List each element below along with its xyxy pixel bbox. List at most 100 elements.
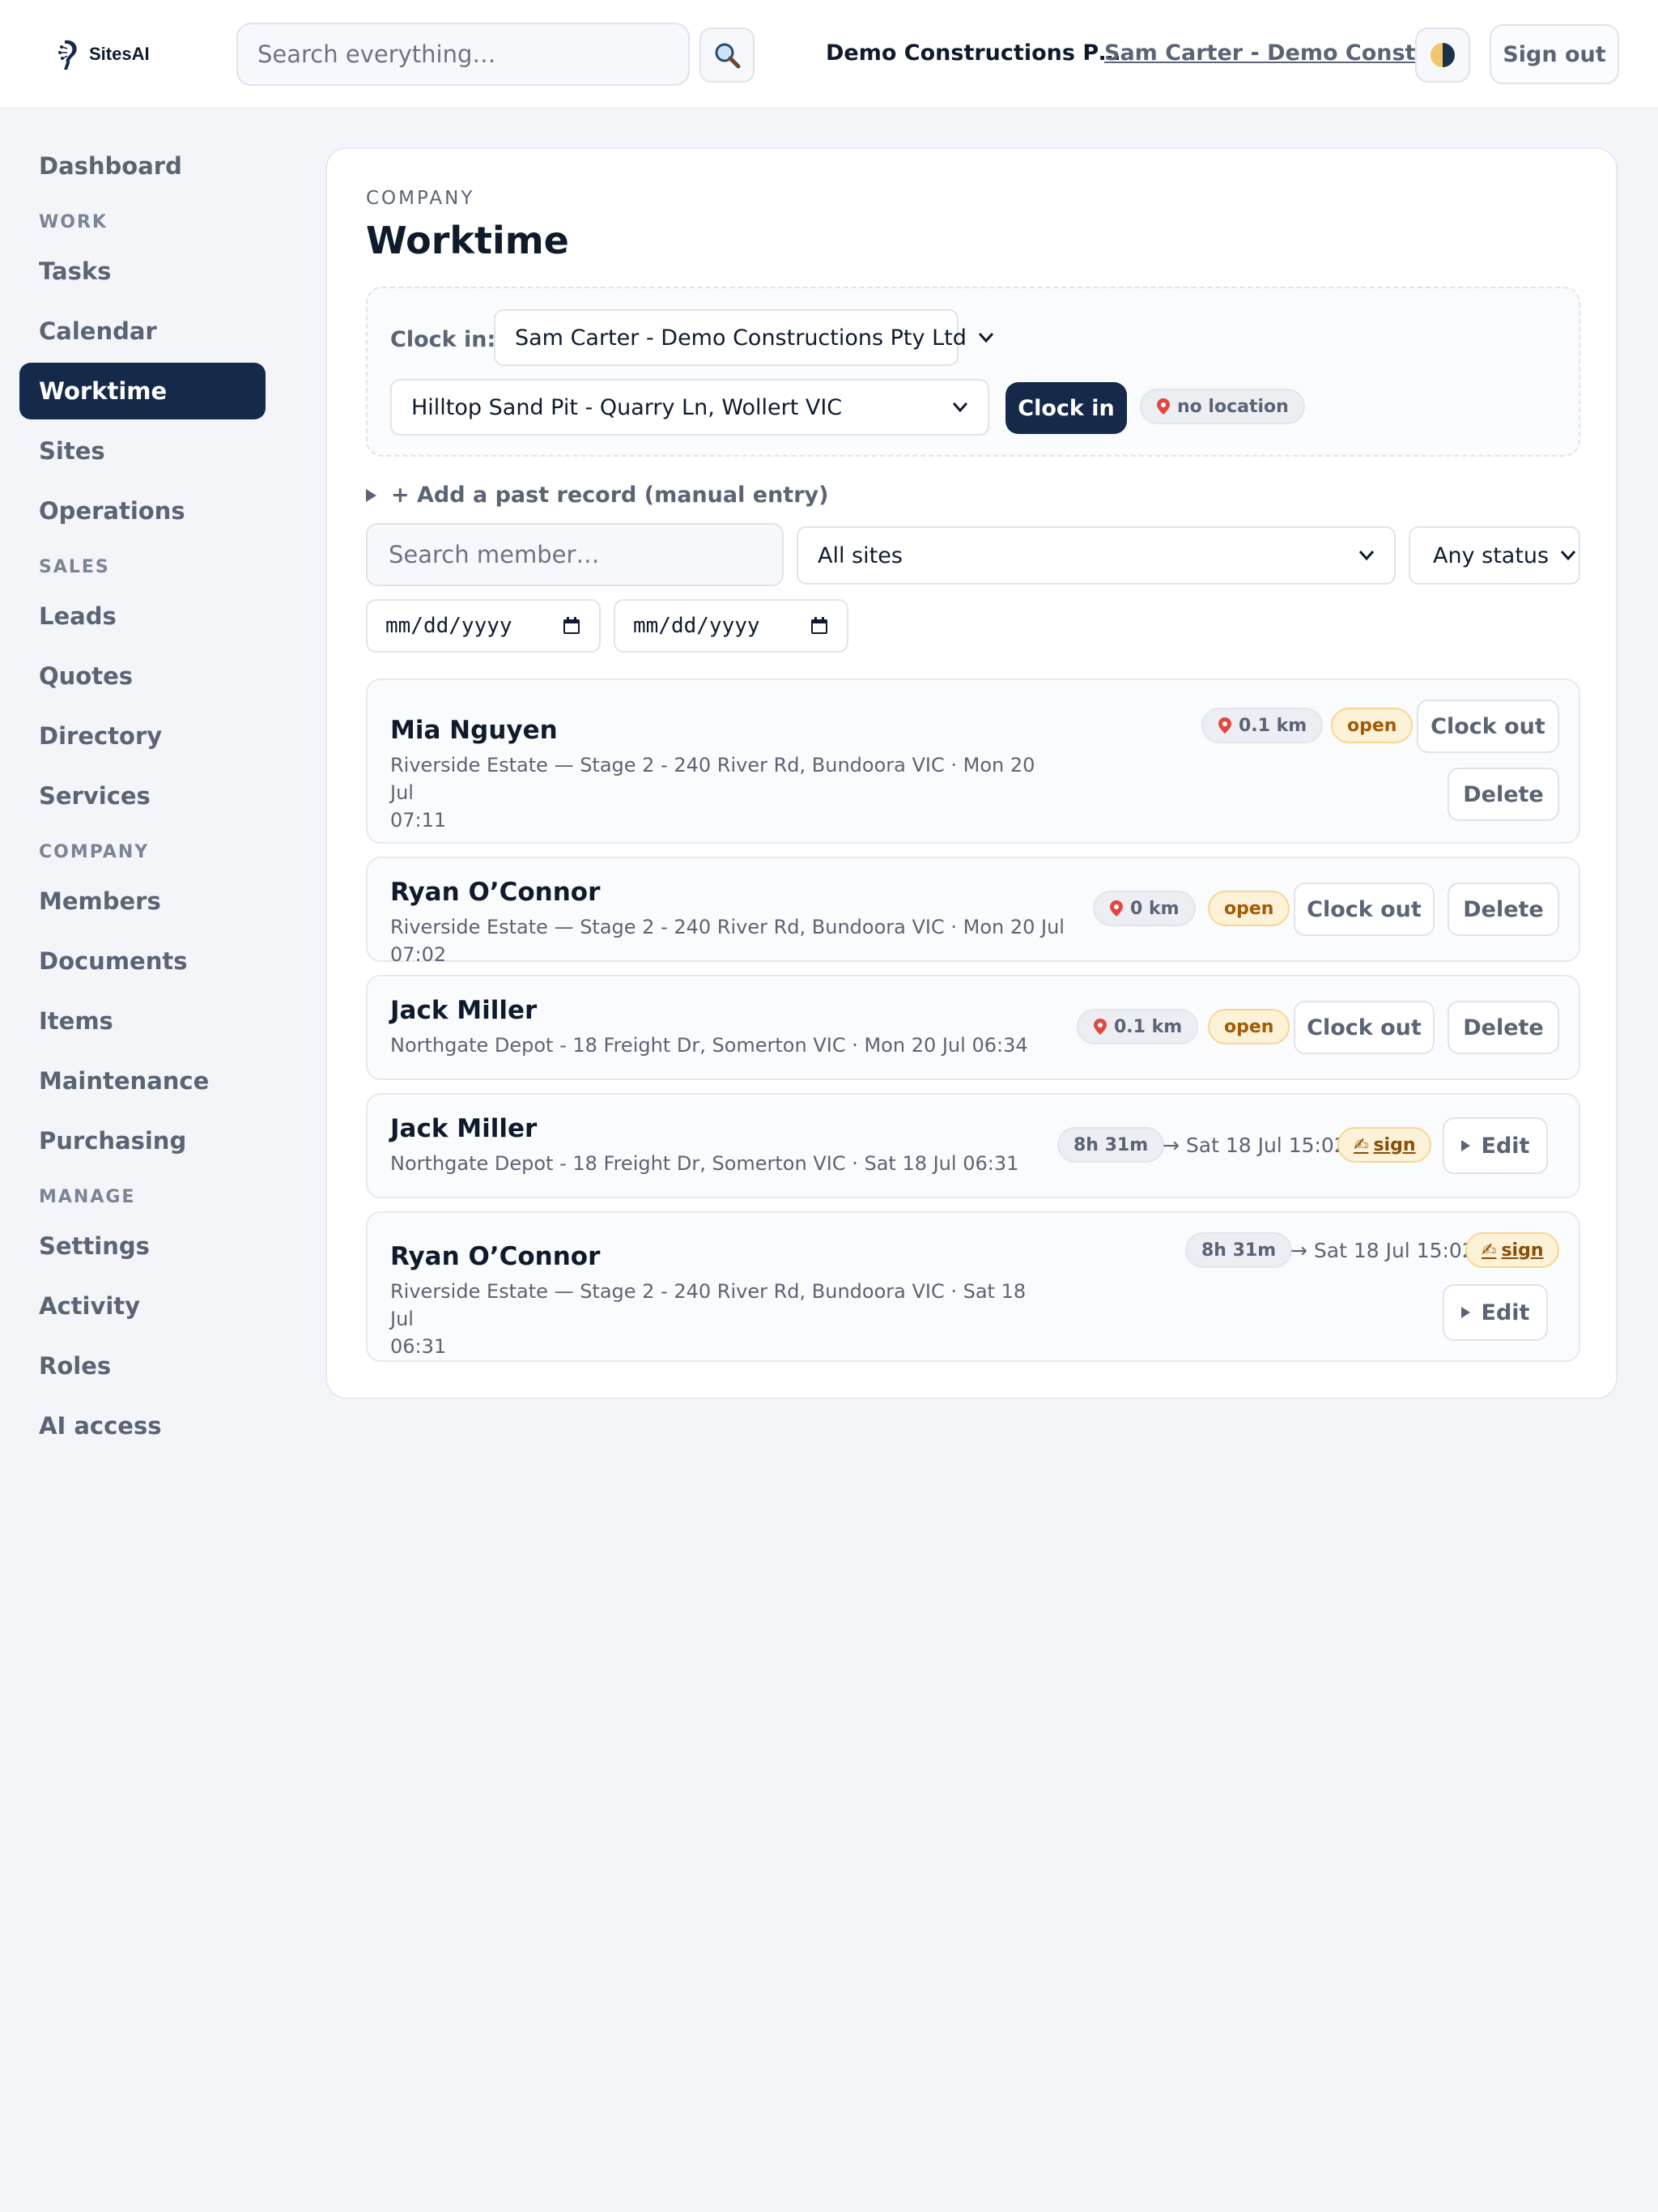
record-details: Northgate Depot - 18 Freight Dr, Somerto… xyxy=(390,1032,1103,1059)
clock-in-panel: Clock in: Sam Carter - Demo Construction… xyxy=(366,287,1580,457)
brand-logo[interactable]: SitesAI xyxy=(57,36,150,73)
delete-button[interactable]: Delete xyxy=(1448,883,1559,936)
sidebar-item-quotes[interactable]: Quotes xyxy=(19,648,266,704)
search-button[interactable] xyxy=(699,28,755,83)
magnifier-icon xyxy=(715,43,741,69)
clock-in-label: Clock in: xyxy=(390,327,496,352)
duration-text: 8h 31m xyxy=(1057,1127,1165,1163)
status-badge: open xyxy=(1208,1009,1290,1044)
record-member-name: Jack Miller xyxy=(390,1114,538,1143)
status-text: open xyxy=(1331,708,1414,743)
edit-toggle-button[interactable]: Edit xyxy=(1443,1117,1548,1174)
global-search-input[interactable] xyxy=(236,23,690,86)
site-filter-select[interactable]: All sites xyxy=(797,526,1396,585)
logo-mark-icon xyxy=(58,40,77,70)
record-detail-line: Riverside Estate — Stage 2 - 240 River R… xyxy=(390,916,1065,966)
delete-button[interactable]: Delete xyxy=(1448,768,1559,821)
chevron-down-icon xyxy=(952,402,968,413)
date-to-value: mm/dd/yyyy xyxy=(633,614,760,638)
clock-in-button[interactable]: Clock in xyxy=(1005,382,1127,434)
worktime-record: Jack Miller Northgate Depot - 18 Freight… xyxy=(366,1093,1580,1198)
location-status-text: no location xyxy=(1177,396,1289,417)
clock-out-button[interactable]: Clock out xyxy=(1294,883,1435,936)
clock-member-select[interactable]: Sam Carter - Demo Constructions Pty Ltd xyxy=(494,309,993,366)
record-details: Riverside Estate — Stage 2 - 240 River R… xyxy=(390,1278,1054,1360)
distance-badge: 0.1 km xyxy=(1077,1009,1199,1044)
user-profile-link[interactable]: Sam Carter - Demo Constr… xyxy=(1104,40,1448,66)
sidebar-item-sites[interactable]: Sites xyxy=(19,423,266,479)
record-detail-line: Riverside Estate — Stage 2 - 240 River R… xyxy=(390,754,1035,804)
expand-triangle-icon xyxy=(1460,1140,1470,1151)
company-name[interactable]: Demo Constructions P… xyxy=(826,40,1120,66)
distance-badge: 0 km xyxy=(1093,891,1196,926)
member-search-input[interactable] xyxy=(366,523,784,586)
manual-entry-toggle[interactable]: + Add a past record (manual entry) xyxy=(366,483,828,508)
site-filter-value: All sites xyxy=(818,542,903,568)
expand-triangle-icon xyxy=(1460,1307,1470,1318)
sidebar-item-operations[interactable]: Operations xyxy=(19,483,266,539)
clock-out-button[interactable]: Clock out xyxy=(1417,700,1559,753)
date-to-input[interactable]: mm/dd/yyyy xyxy=(614,599,848,653)
edit-label: Edit xyxy=(1481,1133,1530,1159)
pin-icon xyxy=(1094,1019,1107,1035)
sign-link[interactable]: ✍ sign xyxy=(1465,1232,1560,1268)
delete-button[interactable]: Delete xyxy=(1448,1001,1559,1054)
duration-badge: 8h 31m xyxy=(1185,1232,1293,1268)
edit-label: Edit xyxy=(1481,1300,1530,1325)
record-details: Riverside Estate — Stage 2 - 240 River R… xyxy=(390,913,1103,968)
distance-text: 0 km xyxy=(1130,898,1180,919)
status-badge: open xyxy=(1208,891,1290,926)
record-detail-line: 06:31 xyxy=(390,1335,447,1358)
clock-member-value: Sam Carter - Demo Constructions Pty Ltd xyxy=(515,325,967,351)
status-filter-value: Any status xyxy=(1433,542,1550,568)
sidebar-section-work: WORK xyxy=(39,212,108,232)
page-eyebrow: COMPANY xyxy=(366,188,475,209)
sidebar-item-members[interactable]: Members xyxy=(19,873,266,929)
pin-icon xyxy=(1110,900,1123,917)
sidebar-item-dashboard[interactable]: Dashboard xyxy=(19,138,266,194)
sidebar-item-roles[interactable]: Roles xyxy=(19,1338,266,1394)
end-time-text: → Sat 18 Jul 15:02 xyxy=(1163,1134,1347,1157)
sidebar-section-sales: SALES xyxy=(39,557,110,577)
sidebar-section-manage: MANAGE xyxy=(39,1187,136,1207)
record-details: Northgate Depot - 18 Freight Dr, Somerto… xyxy=(390,1150,1103,1177)
date-from-value: mm/dd/yyyy xyxy=(385,614,512,638)
expand-triangle-icon xyxy=(366,488,376,502)
sidebar-item-tasks[interactable]: Tasks xyxy=(19,243,266,300)
top-bar: SitesAI Demo Constructions P… Sam Carter… xyxy=(0,0,1658,108)
sidebar-item-maintenance[interactable]: Maintenance xyxy=(19,1053,266,1109)
location-status-badge: no location xyxy=(1140,389,1305,424)
sidebar-item-leads[interactable]: Leads xyxy=(19,588,266,644)
sidebar-item-activity[interactable]: Activity xyxy=(19,1278,266,1334)
chevron-down-icon xyxy=(1560,551,1576,561)
edit-toggle-button[interactable]: Edit xyxy=(1443,1284,1548,1341)
sidebar-item-services[interactable]: Services xyxy=(19,768,266,824)
record-member-name: Ryan O’Connor xyxy=(390,878,601,907)
duration-badge: 8h 31m xyxy=(1057,1127,1165,1163)
sign-link[interactable]: ✍ sign xyxy=(1337,1127,1432,1163)
sidebar-item-settings[interactable]: Settings xyxy=(19,1218,266,1274)
record-member-name: Mia Nguyen xyxy=(390,716,558,745)
pin-icon xyxy=(1218,717,1231,734)
sign-out-button[interactable]: Sign out xyxy=(1490,24,1619,84)
writing-hand-icon: ✍ xyxy=(1354,1134,1369,1155)
end-time-text: → Sat 18 Jul 15:02 xyxy=(1290,1239,1475,1262)
sign-text: sign xyxy=(1501,1240,1544,1261)
sidebar-item-ai-access[interactable]: AI access xyxy=(19,1397,266,1454)
sidebar-section-company: COMPANY xyxy=(39,842,150,862)
sidebar-item-items[interactable]: Items xyxy=(19,993,266,1049)
record-detail-line: Northgate Depot - 18 Freight Dr, Somerto… xyxy=(390,1034,1028,1057)
sidebar-item-purchasing[interactable]: Purchasing xyxy=(19,1112,266,1169)
sidebar-item-documents[interactable]: Documents xyxy=(19,933,266,989)
sidebar-item-directory[interactable]: Directory xyxy=(19,708,266,764)
record-detail-line: 07:11 xyxy=(390,809,447,832)
sidebar-item-worktime[interactable]: Worktime xyxy=(19,363,266,419)
sidebar-item-calendar[interactable]: Calendar xyxy=(19,303,266,359)
status-filter-select[interactable]: Any status xyxy=(1409,526,1580,585)
clock-site-select[interactable]: Hilltop Sand Pit - Quarry Ln, Wollert VI… xyxy=(390,379,989,436)
worktime-record: Mia Nguyen Riverside Estate — Stage 2 - … xyxy=(366,678,1580,844)
theme-toggle-button[interactable] xyxy=(1415,28,1470,83)
status-text: open xyxy=(1208,1009,1290,1044)
clock-out-button[interactable]: Clock out xyxy=(1294,1001,1435,1054)
date-from-input[interactable]: mm/dd/yyyy xyxy=(366,599,601,653)
